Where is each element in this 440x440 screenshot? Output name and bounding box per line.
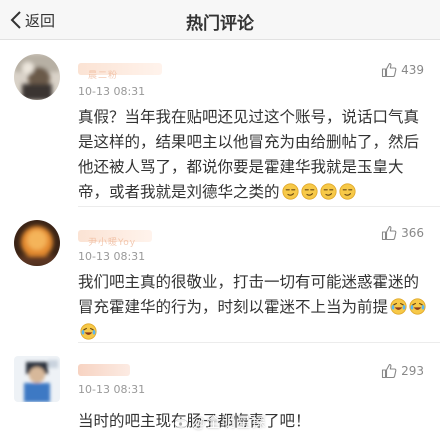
timestamp: 10-13 08:31	[78, 383, 146, 396]
thumbs-up-icon	[382, 62, 397, 78]
username[interactable]	[78, 364, 130, 376]
divider	[78, 206, 440, 207]
like-button[interactable]: 293	[381, 363, 424, 379]
laughing-tears-emoji-icon	[409, 298, 426, 315]
comment-text: 我们吧主真的很敬业，打击一切有可能迷惑霍迷的冒充霍建华的行为，时刻以霍迷不上当为…	[78, 270, 430, 345]
smirk-emoji-icon	[281, 183, 299, 200]
like-count: 366	[401, 226, 424, 240]
username-text	[78, 372, 88, 382]
thumbs-up-icon	[382, 363, 397, 379]
avatar[interactable]	[14, 356, 60, 402]
watermark: @全明星探	[0, 412, 440, 432]
timestamp: 10-13 08:31	[78, 250, 146, 263]
comment-item: 晨二粉 10-13 08:31 439 真假？当年我在贴吧还见过这个账号，说话口…	[0, 40, 440, 208]
timestamp: 10-13 08:31	[78, 85, 146, 98]
weibo-logo-icon	[173, 418, 188, 429]
laughing-tears-emoji-icon	[80, 323, 97, 340]
divider	[78, 342, 440, 343]
smirk-emoji-icon	[319, 183, 337, 200]
username-text: 晨二粉	[88, 71, 119, 81]
avatar[interactable]	[14, 220, 60, 266]
comment-text: 真假？当年我在贴吧还见过这个账号，说话口气真是这样的，结果吧主以他冒充为由给删帖…	[78, 108, 420, 201]
like-button[interactable]: 366	[381, 225, 424, 241]
smirk-emoji-icon	[338, 183, 356, 200]
username[interactable]: 尹小暖Yoy	[78, 230, 152, 248]
username-text: 尹小暖Yoy	[88, 238, 137, 248]
page-title: 热门评论	[186, 14, 254, 34]
like-count: 293	[401, 364, 424, 378]
like-button[interactable]: 439	[381, 62, 424, 78]
like-count: 439	[401, 63, 424, 77]
comment-item: 尹小暖Yoy 10-13 08:31 366 我们吧主真的很敬业，打击一切有可能…	[0, 208, 440, 344]
avatar[interactable]	[14, 54, 60, 100]
thumbs-up-icon	[382, 225, 397, 241]
username[interactable]: 晨二粉	[78, 63, 162, 81]
smirk-emoji-icon	[300, 183, 318, 200]
navbar: 返回 热门评论	[0, 0, 440, 40]
laughing-tears-emoji-icon	[390, 298, 407, 315]
